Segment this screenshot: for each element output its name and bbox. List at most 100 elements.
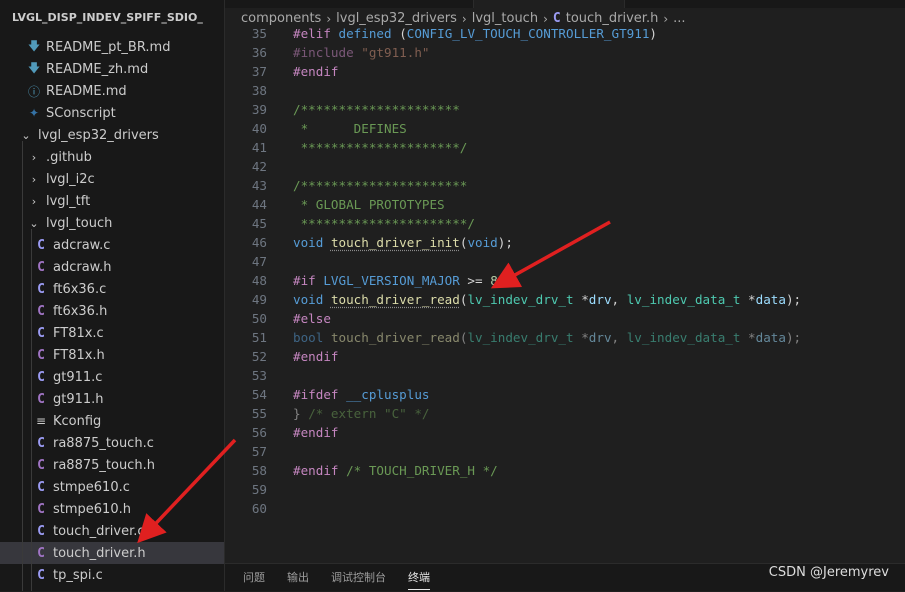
code-line[interactable]: 43 /********************** <box>225 176 905 195</box>
line-number: 50 <box>251 311 267 326</box>
code-line[interactable]: 39 /********************* <box>225 100 905 119</box>
code-line[interactable]: 45 **********************/ <box>225 214 905 233</box>
code-line[interactable]: 40 * DEFINES <box>225 119 905 138</box>
code-token: /* extern "C" */ <box>308 406 430 421</box>
code-token: data <box>755 330 786 345</box>
code-line[interactable]: 59 <box>225 480 905 499</box>
code-token: ( <box>399 26 407 41</box>
line-number: 47 <box>251 254 267 269</box>
c-file-icon: C <box>37 435 45 451</box>
panel-tab-debug-console[interactable]: 调试控制台 <box>331 564 386 592</box>
tree-item-gt911-h[interactable]: Cgt911.h <box>0 388 224 410</box>
tab-active[interactable] <box>473 0 625 8</box>
code-line[interactable]: 58 #endif /* TOUCH_DRIVER_H */ <box>225 461 905 480</box>
tree-item-readme-md[interactable]: ⓘ README.md <box>0 80 224 102</box>
chevron-down-icon: ⌄ <box>21 128 31 142</box>
code-line[interactable]: 42 <box>225 157 905 176</box>
chevron-right-icon: › <box>31 150 37 164</box>
tree-item-ra8875-touch-c[interactable]: Cra8875_touch.c <box>0 432 224 454</box>
tree-item-ft81x-h[interactable]: C FT81x.h <box>0 344 224 366</box>
panel-tab-output[interactable]: 输出 <box>287 564 309 592</box>
tree-item-readme-pt-br-md[interactable]: 🡇 README_pt_BR.md <box>0 36 224 58</box>
tree-item-label: Kconfig <box>53 413 102 429</box>
tree-item-stmpe610-c[interactable]: Cstmpe610.c <box>0 476 224 498</box>
code-token: void <box>293 235 324 250</box>
code-line[interactable]: 37 #endif <box>225 62 905 81</box>
code-line[interactable]: 35 #elif defined (CONFIG_LV_TOUCH_CONTROL… <box>225 24 905 43</box>
code-token: lv_indev_drv_t <box>467 292 574 307</box>
code-line[interactable]: 50 #else <box>225 309 905 328</box>
code-line[interactable]: 47 <box>225 252 905 271</box>
code-line[interactable]: 41 *********************/ <box>225 138 905 157</box>
tree-item-label: stmpe610.h <box>53 501 131 517</box>
tree-item-lvgl-tft[interactable]: › lvgl_tft <box>0 190 224 212</box>
line-number: 36 <box>251 45 267 60</box>
tree-item-ft6x36-c[interactable]: Cft6x36.c <box>0 278 224 300</box>
tree-item-kconfig[interactable]: ≡ Kconfig <box>0 410 224 432</box>
tree-item-stmpe610-h[interactable]: Cstmpe610.h <box>0 498 224 520</box>
code-line[interactable]: 52 #endif <box>225 347 905 366</box>
code-line[interactable]: 56 #endif <box>225 423 905 442</box>
tree-item-adcraw-c[interactable]: Cadcraw.c <box>0 234 224 256</box>
tree-item-label: touch_driver.c <box>53 523 145 539</box>
file-tree: 🡇 README_pt_BR.md 🡇 README_zh.md ⓘ README.md ✦… <box>0 36 224 591</box>
tree-item-label: ra8875_touch.h <box>53 457 155 473</box>
tree-item-readme-zh-md[interactable]: 🡇 README_zh.md <box>0 58 224 80</box>
panel-tab-problems[interactable]: 问题 <box>243 564 265 592</box>
line-number: 35 <box>251 26 267 41</box>
tree-item-gt911-c[interactable]: Cgt911.c <box>0 366 224 388</box>
code-line[interactable]: 46 void touch_driver_init(void); <box>225 233 905 252</box>
line-number: 54 <box>251 387 267 402</box>
tree-item-label: FT81x.h <box>53 347 105 363</box>
code-line[interactable]: 36 #include "gt911.h" <box>225 43 905 62</box>
code-line[interactable]: 38 <box>225 81 905 100</box>
tree-item-adcraw-h[interactable]: Cadcraw.h <box>0 256 224 278</box>
tree-item-tp-spi-h[interactable]: Ctp_spi.h <box>0 586 224 592</box>
code-line[interactable]: 44 * GLOBAL PROTOTYPES <box>225 195 905 214</box>
code-line[interactable]: 49 void touch_driver_read(lv_indev_drv_t … <box>225 290 905 309</box>
tree-item-ft81x-c[interactable]: C FT81x.c <box>0 322 224 344</box>
code-token: lv_indev_drv_t <box>467 330 574 345</box>
code-token: touch_driver_init <box>330 235 460 250</box>
explorer-root-folder[interactable]: LVGL_DISP_INDEV_SPIFF_SDIO_ <box>0 0 224 36</box>
line-number: 43 <box>251 178 267 193</box>
code-token: /********************** <box>293 178 468 193</box>
code-line[interactable]: 51 bool touch_driver_read(lv_indev_drv_t … <box>225 328 905 347</box>
code-line[interactable]: 60 <box>225 499 905 518</box>
code-token: drv <box>588 292 612 307</box>
tree-item-label: ra8875_touch.c <box>53 435 154 451</box>
tree-item-lvgl-esp32-drivers[interactable]: ⌄ lvgl_esp32_drivers <box>0 124 224 146</box>
code-line[interactable]: 57 <box>225 442 905 461</box>
code-token: "gt911.h" <box>361 45 430 60</box>
code-token: void <box>467 235 498 250</box>
code-token: #ifdef <box>293 387 339 402</box>
c-file-icon: C <box>37 281 45 297</box>
tree-item-sconscript[interactable]: ✦ SConscript <box>0 102 224 124</box>
code-token: #endif <box>293 64 339 79</box>
tree-item-tp-spi-c[interactable]: Ctp_spi.c <box>0 564 224 586</box>
code-view[interactable]: 35 #elif defined (CONFIG_LV_TOUCH_CONTROL… <box>225 24 905 518</box>
code-line[interactable]: 53 <box>225 366 905 385</box>
code-line[interactable]: 55} /* extern "C" */ <box>225 404 905 423</box>
tree-item-lvgl-i2c[interactable]: › lvgl_i2c <box>0 168 224 190</box>
code-token: #endif <box>293 349 339 364</box>
h-file-icon: C <box>37 457 45 473</box>
code-token: lv_indev_data_t <box>626 330 741 345</box>
line-number: 37 <box>251 64 267 79</box>
indent-guide <box>22 141 23 591</box>
tree-item-ft6x36-h[interactable]: Cft6x36.h <box>0 300 224 322</box>
h-file-icon: C <box>37 501 45 517</box>
panel-tab-terminal[interactable]: 终端 <box>408 564 430 592</box>
tree-item-touch-driver-c[interactable]: Ctouch_driver.c <box>0 520 224 542</box>
tree-item-label: lvgl_i2c <box>46 171 95 187</box>
h-file-icon: C <box>37 545 45 561</box>
tree-item-ra8875-touch-h[interactable]: Cra8875_touch.h <box>0 454 224 476</box>
tree-item-lvgl-touch[interactable]: ⌄ lvgl_touch <box>0 212 224 234</box>
tree-item--github[interactable]: › .github <box>0 146 224 168</box>
code-text: * DEFINES <box>293 119 407 138</box>
tree-item-touch-driver-h[interactable]: Ctouch_driver.h <box>0 542 224 564</box>
code-text: #elif defined (CONFIG_LV_TOUCH_CONTROLLE… <box>293 24 657 43</box>
code-line[interactable]: 48 #if LVGL_VERSION_MAJOR >= 8 <box>225 271 905 290</box>
code-line[interactable]: 54 #ifdef __cplusplus <box>225 385 905 404</box>
